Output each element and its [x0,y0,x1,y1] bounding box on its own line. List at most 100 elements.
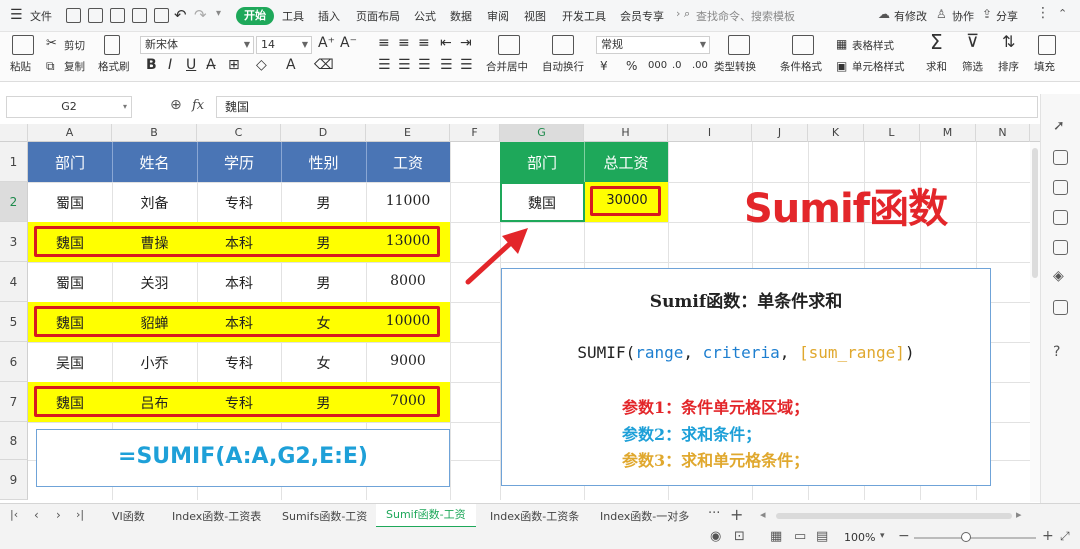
increase-decimal-icon[interactable]: .0 [672,58,682,74]
copy-icon[interactable]: ⧉ [46,58,55,74]
tab-data[interactable]: 数据 [450,8,472,24]
col-header-e[interactable]: E [366,124,450,142]
horizontal-scrollbar[interactable] [776,513,1012,519]
fullscreen-icon[interactable]: ⤢ [1060,529,1070,544]
tab-tools[interactable]: 工具 [282,8,304,24]
header-edu[interactable]: 学历 [197,152,281,173]
select-icon[interactable] [1053,210,1068,225]
col-header-h[interactable]: H [584,124,668,142]
font-shrink-icon[interactable]: A⁻ [340,35,357,51]
font-name-select[interactable]: 新宋体 ▼ [140,36,254,54]
cell-d2[interactable]: 男 [281,193,366,213]
rocket-icon[interactable]: ➚ [1053,118,1065,134]
formula-input[interactable]: 魏国 [216,96,1038,118]
align-center-icon[interactable]: ☰ [398,57,411,73]
wrap-button[interactable]: 自动换行 [542,59,584,74]
eye-protect-icon[interactable]: ◉ [710,529,721,544]
format-painter-icon[interactable] [104,35,120,55]
collab-button[interactable]: 协作 [952,8,974,24]
cell-style-button[interactable]: 单元格样式 [852,59,905,74]
sort-icon[interactable]: ⇅ [1002,34,1015,50]
zoom-slider[interactable] [914,537,1036,539]
col-header-d[interactable]: D [281,124,366,142]
table-style-button[interactable]: 表格样式 [852,38,894,53]
cell-a6[interactable]: 吴国 [28,353,112,373]
scissors-icon[interactable]: ✂ [46,36,57,52]
sheet-tab-sumifs[interactable]: Sumifs函数-工资 [282,508,367,524]
cell-c2[interactable]: 专科 [197,193,281,213]
tab-page-layout[interactable]: 页面布局 [356,8,400,24]
strikethrough-icon[interactable]: A̶ [206,57,216,73]
currency-icon[interactable]: ¥ [600,58,608,74]
paste-icon[interactable] [12,35,34,55]
row-header-8[interactable]: 8 [0,422,28,460]
cell-e4[interactable]: 8000 [366,273,450,289]
sort-button[interactable]: 排序 [998,59,1019,74]
edit-icon[interactable] [1053,150,1068,165]
col-header-m[interactable]: M [920,124,976,142]
cell-e6[interactable]: 9000 [366,353,450,369]
number-format-select[interactable]: 常规 ▼ [596,36,710,54]
sheet-tab-vi[interactable]: VI函数 [112,508,145,524]
redo-icon[interactable]: ↷ [194,6,207,24]
result-header-total[interactable]: 总工资 [584,152,668,173]
cell-e2[interactable]: 11000 [366,193,450,209]
row-header-3[interactable]: 3 [0,222,28,262]
type-convert-button[interactable]: 类型转换 [714,59,756,74]
cell-d4[interactable]: 男 [281,273,366,293]
name-box[interactable]: G2 ▾ [6,96,132,118]
select-all-corner[interactable] [0,124,28,142]
more-sheets-icon[interactable]: ··· [708,506,720,521]
scroll-thumb[interactable] [1032,148,1038,278]
align-bottom-icon[interactable]: ≡ [418,35,430,51]
image-icon[interactable] [1053,240,1068,255]
qa-dropdown-icon[interactable]: ▾ [216,8,221,19]
tab-view[interactable]: 视图 [524,8,546,24]
sum-button[interactable]: 求和 [926,59,947,74]
page-layout-icon[interactable]: ▭ [794,529,806,544]
preview-icon[interactable] [154,8,169,23]
row-header-9[interactable]: 9 [0,460,28,500]
hscroll-right-icon[interactable]: ▸ [1016,508,1022,521]
italic-icon[interactable]: I [168,57,172,73]
command-search[interactable]: 查找命令、搜索模板 [696,8,795,24]
cell-c4[interactable]: 本科 [197,273,281,293]
row-header-2[interactable]: 2 [0,182,28,222]
justify-icon[interactable]: ☰ [440,57,453,73]
col-header-b[interactable]: B [112,124,197,142]
tab-member[interactable]: 会员专享 [620,8,664,24]
col-header-f[interactable]: F [450,124,500,142]
prev-sheet-icon[interactable]: ‹ [34,508,39,522]
col-header-j[interactable]: J [752,124,808,142]
cell-d6[interactable]: 女 [281,353,366,373]
normal-view-icon[interactable]: ▦ [770,529,782,544]
font-size-select[interactable]: 14 ▼ [256,36,312,54]
cell-g2[interactable]: 魏国 [500,193,584,213]
indent-icon[interactable]: ⇤ [440,35,452,51]
chevron-right-icon[interactable]: › [676,7,680,20]
fill-icon[interactable] [1038,35,1056,55]
row-header-5[interactable]: 5 [0,302,28,342]
zoom-search-icon[interactable]: ⊕ [170,97,182,113]
export-icon[interactable] [110,8,125,23]
sum-icon[interactable]: Σ [930,32,943,52]
font-grow-icon[interactable]: A⁺ [318,35,335,51]
zoom-slider-thumb[interactable] [961,532,971,542]
format-painter-button[interactable]: 格式刷 [98,59,130,74]
col-header-c[interactable]: C [197,124,281,142]
align-top-icon[interactable]: ≡ [378,35,390,51]
zoom-out-icon[interactable]: − [898,528,910,544]
print-icon[interactable] [132,8,147,23]
borders-icon[interactable]: ⊞ [228,57,240,73]
underline-icon[interactable]: U [186,57,196,73]
hamburger-icon[interactable]: ☰ [10,8,23,22]
fill-button[interactable]: 填充 [1034,59,1055,74]
help-icon[interactable]: ? [1053,344,1060,360]
bold-icon[interactable]: B [146,57,157,73]
percent-icon[interactable]: % [626,58,637,74]
cut-button[interactable]: 剪切 [64,38,85,53]
collapse-icon[interactable]: ⌃ [1058,7,1067,20]
zoom-in-icon[interactable]: + [1042,528,1054,544]
vertical-scrollbar[interactable] [1030,142,1040,502]
sheet-tab-index-multi[interactable]: Index函数-一对多 [600,508,689,524]
